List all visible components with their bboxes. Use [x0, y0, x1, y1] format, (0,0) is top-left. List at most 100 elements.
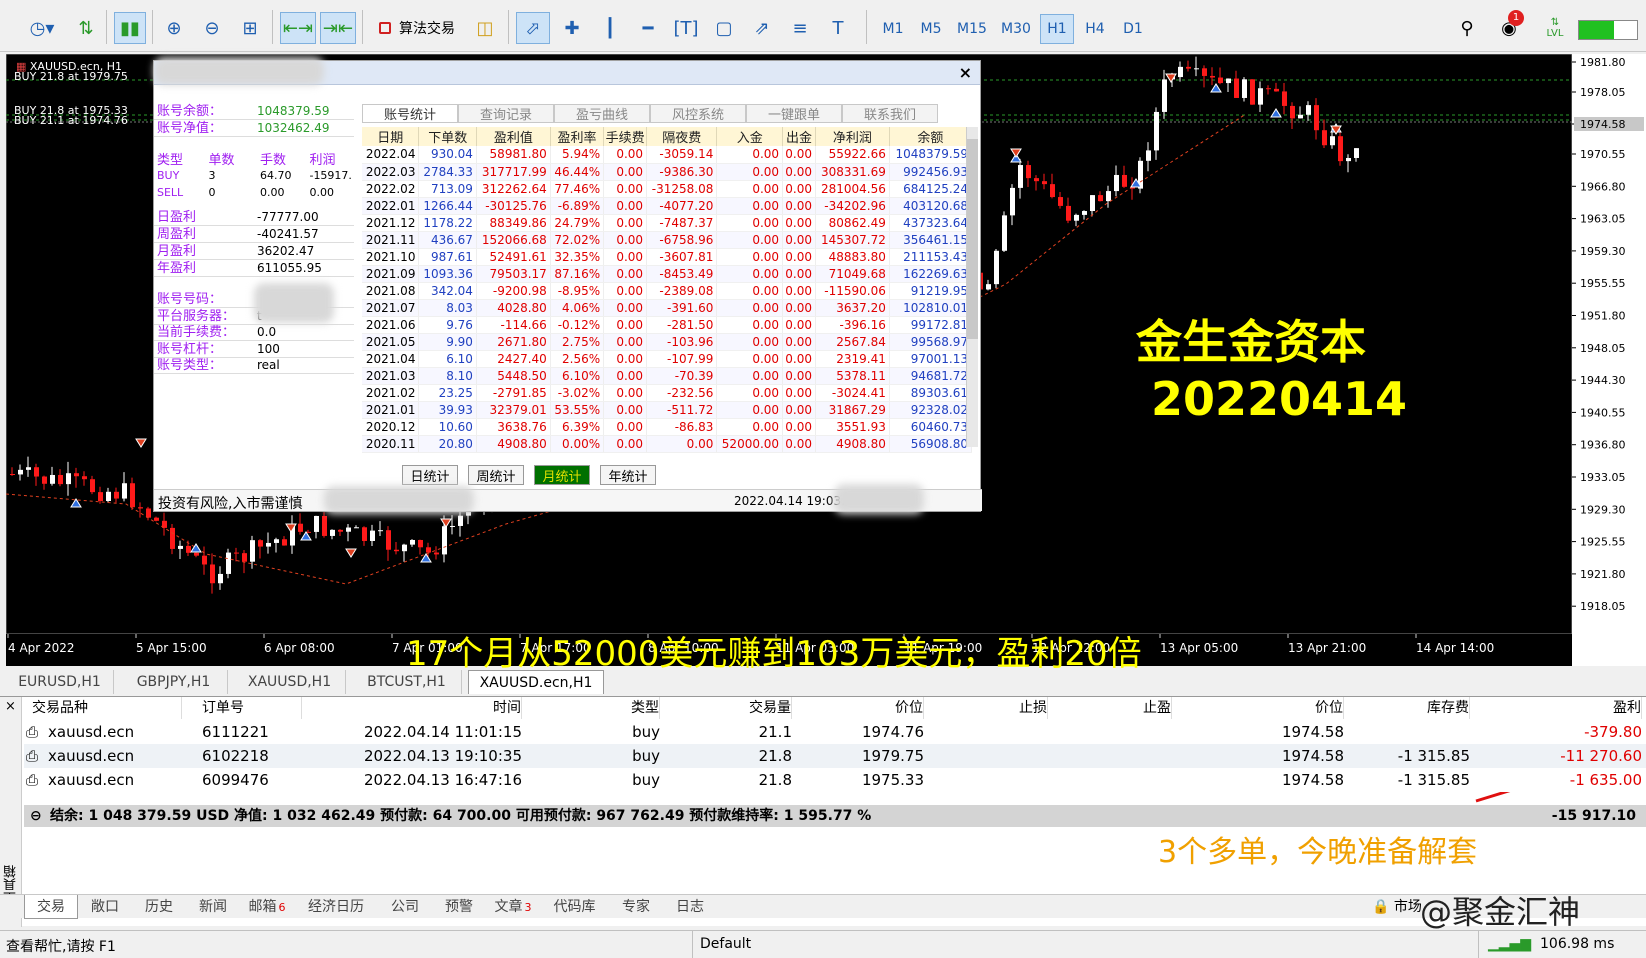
timeframe-m30[interactable]: M30 — [996, 14, 1036, 44]
stat-row: 2021.01 39.93 32379.01 53.55% 0.00 -511.72 0.0… — [362, 401, 973, 419]
dialog-titlebar[interactable]: × — [154, 57, 980, 85]
panel-tab-0[interactable]: 账号统计 — [362, 104, 458, 123]
candle-body — [170, 527, 175, 549]
chart-tab[interactable]: XAUUSD,H1 — [234, 670, 346, 694]
chart-tab[interactable]: XAUUSD.ecn,H1 — [468, 670, 604, 694]
candle-body — [1306, 105, 1311, 115]
document-icon: ⎙ — [26, 747, 39, 765]
candle-body — [82, 476, 87, 480]
one-click-trading-icon[interactable]: ⇅ — [72, 12, 100, 44]
terminal-tab-10[interactable]: 专家 — [609, 895, 663, 919]
column-header[interactable]: 类型 — [524, 697, 660, 719]
timeframe-h4[interactable]: H4 — [1078, 14, 1112, 44]
zoom-out-icon[interactable]: ⊖ — [196, 12, 228, 44]
position-row[interactable]: ⎙ xauusd.ecn 6111221 2022.04.14 11:01:15 buy… — [24, 720, 1646, 744]
candle-body — [138, 507, 143, 509]
terminal-tab-9[interactable]: 代码库 — [540, 895, 609, 919]
notifications-icon[interactable]: ◉ 1 — [1492, 10, 1526, 44]
period-button-3[interactable]: 年统计 — [600, 465, 656, 485]
panel-tab-2[interactable]: 盈亏曲线 — [554, 104, 650, 123]
panel-tab-3[interactable]: 风控系统 — [650, 104, 746, 123]
terminal-tab-8[interactable]: 文章 3 — [486, 895, 540, 919]
clock-icon[interactable]: ◷▾ — [18, 12, 66, 44]
timeframe-d1[interactable]: D1 — [1116, 14, 1150, 44]
position-row: SELL 0 0.00 0.00 — [157, 186, 334, 199]
terminal-close-icon[interactable]: × — [0, 699, 21, 714]
collapse-icon[interactable]: ⊖ — [30, 805, 42, 827]
tile-windows-icon[interactable]: ⊞ — [234, 12, 266, 44]
terminal-tab-2[interactable]: 历史 — [132, 895, 186, 919]
rectangle-icon[interactable]: ▢ — [708, 12, 740, 44]
column-header[interactable]: 盈利 — [1472, 697, 1642, 719]
panel-tab-5[interactable]: 联系我们 — [842, 104, 938, 123]
trendline-icon[interactable]: ⇗ — [746, 12, 778, 44]
text-icon[interactable]: T — [822, 12, 854, 44]
algo-trading-button[interactable]: 算法交易 — [372, 12, 462, 44]
price-label: 1974.58 — [1580, 118, 1626, 131]
cursor-icon[interactable]: ⬀ — [516, 12, 550, 44]
timeframe-m1[interactable]: M1 — [876, 14, 910, 44]
price-label: 1955.55 — [1580, 277, 1626, 290]
timeframe-m15[interactable]: M15 — [952, 14, 992, 44]
column-header[interactable]: 止盈 — [1050, 697, 1172, 719]
candle-body — [370, 530, 375, 541]
terminal-tab-1[interactable]: 敞口 — [78, 895, 132, 919]
column-header[interactable]: 交易品种 — [32, 697, 182, 719]
candle-body — [1346, 157, 1351, 162]
column-header[interactable]: 价位 — [794, 697, 924, 719]
panel-tab-1[interactable]: 查询记录 — [458, 104, 554, 123]
terminal-tab-5[interactable]: 经济日历 — [294, 895, 378, 919]
terminal-tab-7[interactable]: 预警 — [432, 895, 486, 919]
search-icon[interactable]: ⚲ — [1452, 12, 1482, 44]
auto-scroll-icon[interactable]: ⇤⇥ — [280, 12, 316, 44]
chart-tab[interactable]: EURUSD,H1 — [6, 670, 114, 694]
candle-body — [322, 515, 327, 536]
signal-level-icon[interactable]: ⇅ LVL — [1540, 12, 1570, 44]
help-text: 查看帮忙,请按 F1 — [6, 939, 116, 955]
terminal-tab-6[interactable]: 公司 — [378, 895, 432, 919]
price-label: 1936.80 — [1580, 439, 1626, 452]
risk-note: 投资有风险,入市需谨慎 — [158, 496, 303, 512]
terminal-tab-4[interactable]: 邮箱 6 — [240, 895, 294, 919]
chart-shift-icon[interactable]: ⇥⇤ — [320, 12, 356, 44]
column-header[interactable]: 订单号 — [202, 697, 302, 719]
candle-body — [1314, 105, 1319, 131]
candle-body — [234, 552, 239, 554]
close-button[interactable]: × — [959, 63, 972, 82]
terminal-tab-3[interactable]: 新闻 — [186, 895, 240, 919]
timeframe-h1[interactable]: H1 — [1040, 14, 1074, 44]
period-button-1[interactable]: 周统计 — [468, 465, 524, 485]
text-frame-icon[interactable]: [T] — [670, 12, 702, 44]
bar-chart-icon[interactable]: ▮▮ — [114, 12, 146, 44]
period-button-0[interactable]: 日统计 — [402, 465, 458, 485]
zoom-in-icon[interactable]: ⊕ — [158, 12, 190, 44]
horizontal-line-icon[interactable]: ━ — [632, 12, 664, 44]
fibonacci-icon[interactable]: ≡ — [784, 12, 816, 44]
terminal-tab-11[interactable]: 日志 — [663, 895, 717, 919]
column-header[interactable]: 时间 — [326, 697, 522, 719]
candle-body — [178, 545, 183, 549]
position-row[interactable]: ⎙ xauusd.ecn 6102218 2022.04.13 19:10:35 buy… — [24, 744, 1646, 768]
column-header[interactable]: 价位 — [1174, 697, 1344, 719]
column-header[interactable]: 交易量 — [662, 697, 792, 719]
vertical-line-icon[interactable]: ┃ — [594, 12, 626, 44]
panel-tab-4[interactable]: 一键跟单 — [746, 104, 842, 123]
chart-tab[interactable]: BTCUST,H1 — [352, 670, 462, 694]
candle-body — [1106, 191, 1111, 202]
crosshair-icon[interactable]: ✚ — [556, 12, 588, 44]
candle-body — [1066, 205, 1071, 221]
folder-icon[interactable]: ◫ — [470, 12, 500, 44]
price-label: 1918.05 — [1580, 600, 1626, 613]
position-row[interactable]: ⎙ xauusd.ecn 6099476 2022.04.13 16:47:16 buy… — [24, 768, 1646, 792]
candle-body — [1178, 66, 1183, 78]
terminal-tab-0[interactable]: 交易 — [24, 895, 78, 919]
period-button-2[interactable]: 月统计 — [534, 465, 590, 485]
column-header[interactable]: 库存费 — [1346, 697, 1470, 719]
market-button[interactable]: 🔒 市场 — [1372, 895, 1422, 919]
column-header[interactable]: 止损 — [926, 697, 1048, 719]
timeframe-m5[interactable]: M5 — [914, 14, 948, 44]
stat-row: 2021.05 9.90 2671.80 2.75% 0.00 -103.96 0.00 0.… — [362, 333, 973, 351]
stats-scrollbar[interactable] — [966, 127, 978, 447]
candle-body — [1026, 165, 1031, 179]
chart-tab[interactable]: GBPJPY,H1 — [120, 670, 228, 694]
